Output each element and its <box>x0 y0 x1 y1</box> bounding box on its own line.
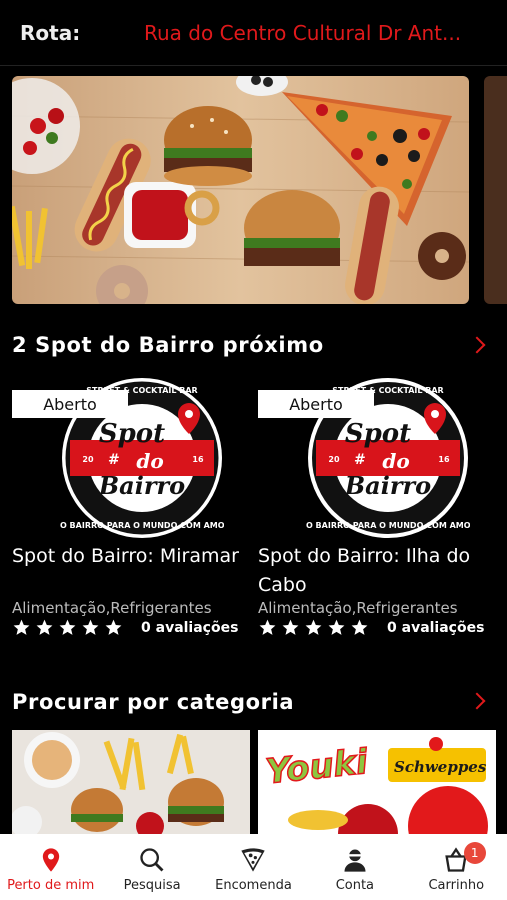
search-icon <box>140 848 164 872</box>
logo-hash: # <box>108 452 120 468</box>
store-rating: 0 avaliações <box>258 618 484 637</box>
logo-year-right: 16 <box>438 455 450 464</box>
star-icon <box>259 619 276 635</box>
star-icon <box>36 619 53 635</box>
star-icon <box>305 619 322 635</box>
logo-bottom-arc: DO BAIRRO PARA O MUNDO COM AMOR <box>306 521 470 530</box>
tab-label: Encomenda <box>215 878 292 893</box>
star-rating <box>258 618 369 637</box>
tab-label: Perto de mim <box>7 878 95 893</box>
store-categories: Alimentação,Refrigerantes <box>258 599 458 617</box>
nearby-section-title: 2 Spot do Bairro próximo <box>12 333 324 357</box>
star-icon <box>59 619 76 635</box>
tab-account[interactable]: Conta <box>304 846 405 893</box>
logo-year-left: 20 <box>328 455 340 464</box>
logo-line2: do <box>136 449 163 473</box>
cart-count-badge: 1 <box>463 842 486 864</box>
route-label: Rota: <box>20 20 81 45</box>
nearby-see-all-chevron-icon[interactable] <box>468 336 486 354</box>
tab-nearby[interactable]: Perto de mim <box>0 846 101 893</box>
status-badge: Aberto <box>12 390 128 418</box>
logo-line1: Spot <box>99 419 165 449</box>
logo-line3: Bairro <box>98 471 185 500</box>
brand-schweppes: Schweppes <box>394 758 487 776</box>
star-icon <box>351 619 368 635</box>
store-card-miramar[interactable]: STREET & COCKTAIL BAR DO BAIRRO PARA O M… <box>12 376 246 646</box>
logo-hash: # <box>354 452 366 468</box>
star-icon <box>105 619 122 635</box>
store-name[interactable]: Spot do Bairro: Ilha do Cabo <box>258 542 492 600</box>
category-section-title: Procurar por categoria <box>12 690 295 714</box>
star-icon <box>328 619 345 635</box>
star-icon <box>282 619 299 635</box>
store-rating: 0 avaliações <box>12 618 238 637</box>
route-bar[interactable]: Rota: Rua do Centro Cultural Dr Ant... <box>0 0 507 66</box>
drinks-category-image: Youki Schweppes <box>258 730 496 834</box>
star-rating <box>12 618 123 637</box>
logo-line3: Bairro <box>344 471 431 500</box>
tab-cart[interactable]: 1 Carrinho <box>406 842 507 893</box>
food-banner-image <box>12 76 469 304</box>
star-icon <box>82 619 99 635</box>
category-see-all-chevron-icon[interactable] <box>468 692 486 710</box>
pizza-slice-icon <box>241 848 266 872</box>
tab-orders[interactable]: Encomenda <box>203 846 304 893</box>
logo-line2: do <box>382 449 409 473</box>
rating-count: 0 avaliações <box>141 619 239 636</box>
store-categories: Alimentação,Refrigerantes <box>12 599 212 617</box>
logo-line1: Spot <box>345 419 411 449</box>
drinks-category-tile[interactable]: Youki Schweppes <box>258 730 496 834</box>
rating-count: 0 avaliações <box>387 619 485 636</box>
food-category-image <box>12 730 250 834</box>
route-value[interactable]: Rua do Centro Cultural Dr Ant... <box>144 21 487 45</box>
location-pin-icon <box>42 848 59 872</box>
logo-bottom-arc: DO BAIRRO PARA O MUNDO COM AMOR <box>60 521 224 530</box>
next-banner-peek[interactable] <box>484 76 507 304</box>
status-badge: Aberto <box>258 390 374 418</box>
tab-search[interactable]: Pesquisa <box>102 846 203 893</box>
logo-year-right: 16 <box>192 455 204 464</box>
tab-label: Carrinho <box>428 878 485 893</box>
bottom-tab-bar: Perto de mim Pesquisa Encomenda Conta 1 … <box>0 834 507 900</box>
tab-label: Pesquisa <box>123 878 181 893</box>
food-category-tile[interactable] <box>12 730 250 834</box>
user-icon <box>344 849 366 872</box>
tab-label: Conta <box>335 878 375 893</box>
promo-banner[interactable] <box>12 76 469 304</box>
store-name[interactable]: Spot do Bairro: Miramar <box>12 542 246 571</box>
store-card-ilha-do-cabo[interactable]: STREET & COCKTAIL BAR DO BAIRRO PARA O M… <box>258 376 492 646</box>
star-icon <box>13 619 30 635</box>
logo-year-left: 20 <box>82 455 94 464</box>
